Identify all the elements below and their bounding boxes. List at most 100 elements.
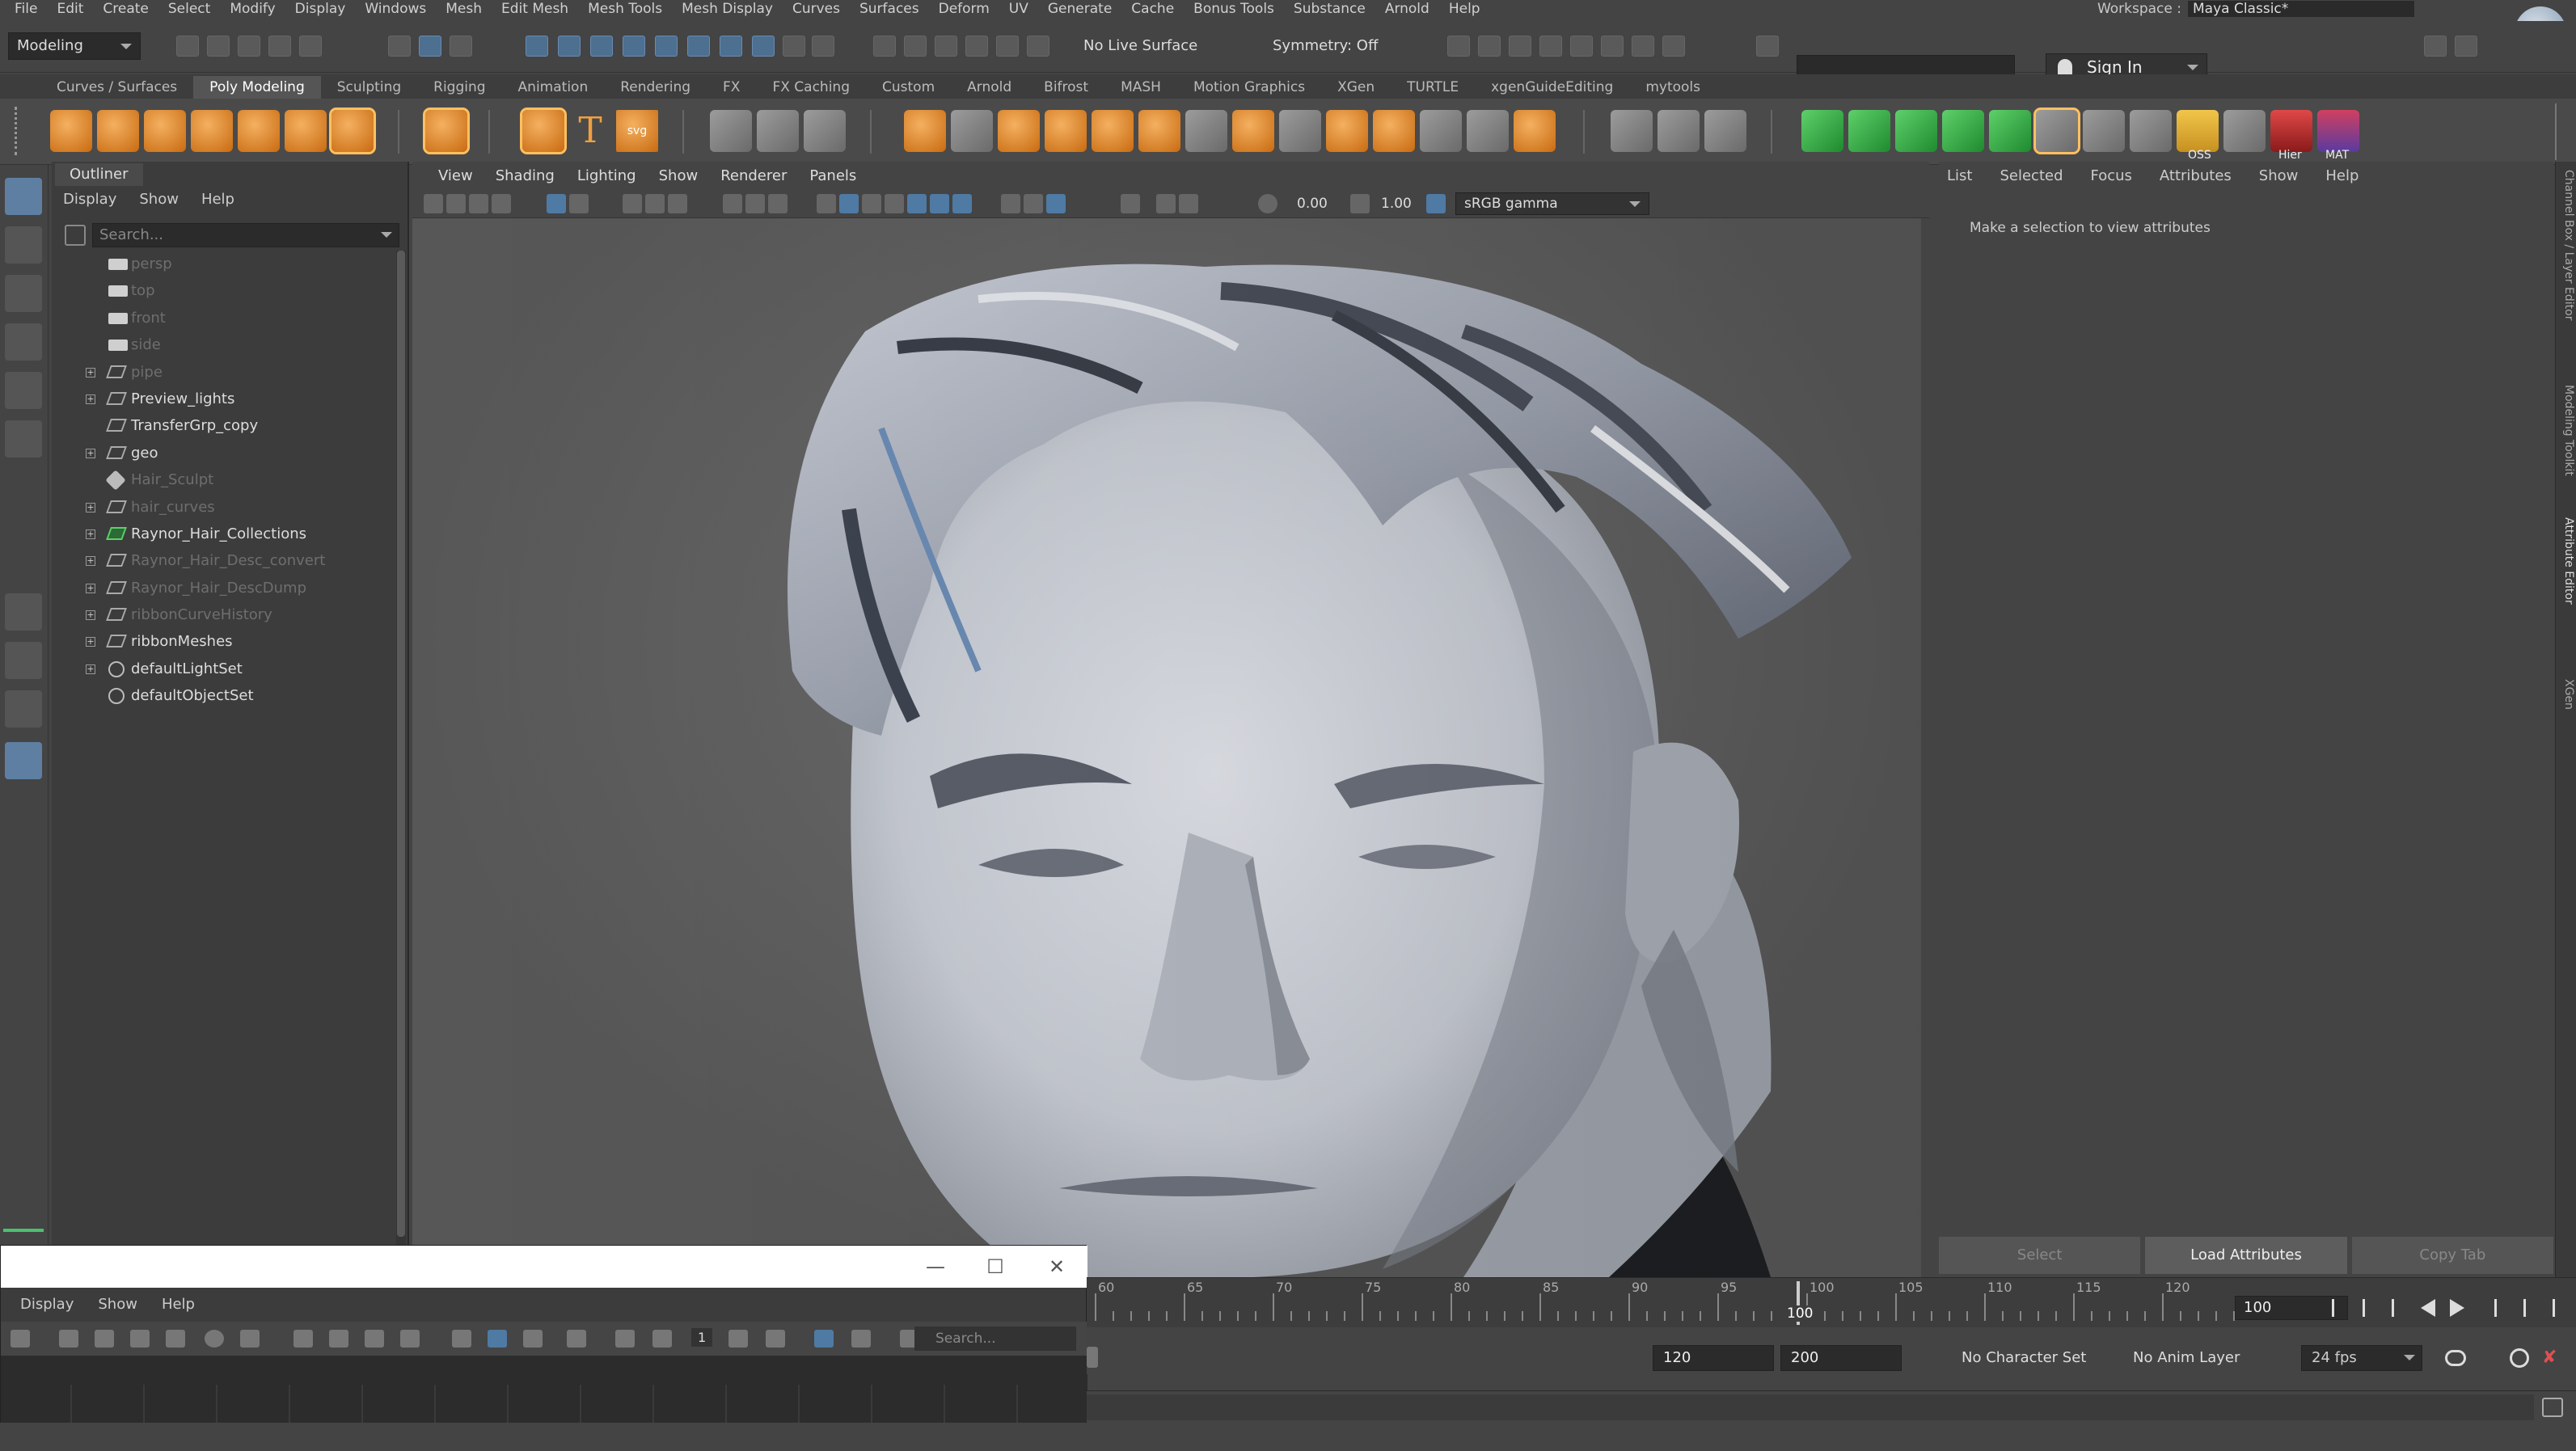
- viewport-menu-panels[interactable]: Panels: [798, 167, 868, 184]
- outliner-scrollbar[interactable]: [396, 251, 406, 1245]
- insert-loop-icon[interactable]: [1279, 110, 1321, 152]
- list-view-icon[interactable]: [130, 1330, 150, 1348]
- xgen-curves-icon[interactable]: [1989, 110, 2031, 152]
- bridge-icon[interactable]: [998, 110, 1040, 152]
- panel-toggle-icon[interactable]: [1756, 36, 1779, 57]
- select-object-icon[interactable]: [419, 36, 441, 57]
- poly-cube-icon[interactable]: [97, 110, 139, 152]
- menu-arnold[interactable]: Arnold: [1375, 1, 1439, 17]
- expand-icon[interactable]: +: [86, 637, 95, 647]
- outliner-menu-help[interactable]: Help: [201, 188, 234, 212]
- filter-icon[interactable]: [65, 225, 86, 246]
- xray-joints-icon[interactable]: [1179, 194, 1198, 213]
- extrude-icon[interactable]: [951, 110, 993, 152]
- script-editor-icon[interactable]: [2542, 1398, 2563, 1417]
- menu-select[interactable]: Select: [158, 1, 220, 17]
- outliner-item[interactable]: + geo: [52, 440, 391, 466]
- outliner-toggle-icon[interactable]: [2424, 36, 2447, 57]
- menu-modify[interactable]: Modify: [220, 1, 285, 17]
- expand-icon[interactable]: +: [86, 502, 95, 512]
- tangent-icon[interactable]: [523, 1330, 543, 1348]
- save-scene-icon[interactable]: [238, 36, 260, 57]
- gamma-icon[interactable]: [1350, 194, 1370, 213]
- smooth-shade-icon[interactable]: [839, 194, 859, 213]
- expand-icon[interactable]: +: [86, 664, 95, 674]
- render-sequence-icon[interactable]: [1601, 36, 1624, 57]
- render-settings-icon[interactable]: [1447, 36, 1470, 57]
- play-forwards-icon[interactable]: [2450, 1299, 2464, 1317]
- shadows-icon[interactable]: [930, 194, 949, 213]
- shelf-tab-mytools[interactable]: mytools: [1629, 76, 1717, 99]
- outliner-item[interactable]: side: [52, 331, 391, 358]
- select-camera-icon[interactable]: [424, 194, 443, 213]
- xgen-groom-icon[interactable]: [1895, 110, 1937, 152]
- safe-title-icon[interactable]: [768, 194, 788, 213]
- xgen-select-icon[interactable]: [2033, 108, 2080, 154]
- attribute-menu-list[interactable]: List: [1947, 165, 1972, 188]
- shelf-tab-bifrost[interactable]: Bifrost: [1028, 76, 1104, 99]
- load-attributes-button[interactable]: Load Attributes: [2145, 1237, 2347, 1274]
- shelf-scroll-arrows-icon[interactable]: [2555, 103, 2571, 160]
- key-icon[interactable]: [329, 1330, 348, 1348]
- snap-curve-icon[interactable]: [558, 36, 581, 57]
- go-to-start-icon[interactable]: [2332, 1299, 2350, 1317]
- svg-tool-icon[interactable]: svg: [616, 110, 658, 152]
- undo-icon[interactable]: [268, 36, 291, 57]
- play-backwards-icon[interactable]: [2421, 1299, 2435, 1317]
- shelf-tab-animation[interactable]: Animation: [502, 76, 605, 99]
- attribute-menu-selected[interactable]: Selected: [2000, 165, 2063, 188]
- outliner-item[interactable]: + pipe: [52, 359, 391, 386]
- menu-edit-mesh[interactable]: Edit Mesh: [492, 1, 578, 17]
- paint-select-icon[interactable]: [935, 36, 957, 57]
- expand-icon[interactable]: [728, 1330, 748, 1348]
- go-to-end-icon[interactable]: [2537, 1299, 2555, 1317]
- bridge-edge-icon[interactable]: [1232, 110, 1274, 152]
- shelf-tab-rendering[interactable]: Rendering: [604, 76, 707, 99]
- list-view-icon[interactable]: [59, 1330, 78, 1348]
- menu-windows[interactable]: Windows: [355, 1, 436, 17]
- loop-icon[interactable]: [2445, 1350, 2466, 1366]
- reflection-icon[interactable]: [1027, 36, 1049, 57]
- target-weld-icon[interactable]: [1373, 110, 1415, 152]
- xray-icon[interactable]: [1156, 194, 1176, 213]
- isolate-select-icon[interactable]: [1121, 194, 1140, 213]
- window-menu-help[interactable]: Help: [162, 1293, 195, 1317]
- use-all-lights-icon[interactable]: [907, 194, 927, 213]
- shelf-tab-xgenguideediting[interactable]: xgenGuideEditing: [1475, 76, 1629, 99]
- snap-view-plane-icon[interactable]: [623, 36, 645, 57]
- hypershade-icon[interactable]: [1570, 36, 1593, 57]
- expand-icon[interactable]: +: [86, 610, 95, 621]
- character-set-dropdown[interactable]: No Character Set: [1962, 1345, 2086, 1371]
- outliner-tab[interactable]: Outliner: [55, 163, 143, 186]
- live-surface-label[interactable]: No Live Surface: [1083, 32, 1197, 60]
- step-back-frame-icon[interactable]: [2392, 1299, 2409, 1317]
- shelf-menu-icon[interactable]: [15, 107, 31, 155]
- gate-mask-icon[interactable]: [668, 194, 687, 213]
- link-icon[interactable]: [851, 1330, 871, 1348]
- key-icon[interactable]: [365, 1330, 384, 1348]
- outliner-search-input[interactable]: Search...: [92, 223, 399, 247]
- shelf-tab-mash[interactable]: MASH: [1104, 76, 1177, 99]
- snap-icon[interactable]: [452, 1330, 471, 1348]
- snap-live-icon[interactable]: [720, 36, 742, 57]
- outliner-item[interactable]: + Preview_lights: [52, 386, 391, 412]
- planar-mapping-icon[interactable]: [1611, 110, 1653, 152]
- viewport-menu-view[interactable]: View: [427, 167, 484, 184]
- safe-action-icon[interactable]: [745, 194, 765, 213]
- append-polygon-icon[interactable]: [1092, 110, 1134, 152]
- wedge-icon[interactable]: [1514, 110, 1556, 152]
- key-icon[interactable]: [400, 1330, 420, 1348]
- redo-icon[interactable]: [299, 36, 322, 57]
- time-slider[interactable]: 60 65 70 75 80 85 90 95 100 105 110 115 120 100 100: [1087, 1277, 2576, 1327]
- viewport-menu-shading[interactable]: Shading: [484, 167, 566, 184]
- expand-icon[interactable]: +: [86, 529, 95, 539]
- boolean-icon[interactable]: [904, 110, 946, 152]
- shelf-tab-sculpting[interactable]: Sculpting: [321, 76, 417, 99]
- snap-vertex-icon[interactable]: [687, 36, 710, 57]
- outliner-item[interactable]: + defaultLightSet: [52, 656, 391, 682]
- render-current-icon[interactable]: [1478, 36, 1501, 57]
- menu-substance[interactable]: Substance: [1284, 1, 1375, 17]
- fill-hole-icon[interactable]: [1138, 110, 1180, 152]
- select-button[interactable]: Select: [1939, 1237, 2141, 1274]
- grease-pencil-icon[interactable]: [569, 194, 589, 213]
